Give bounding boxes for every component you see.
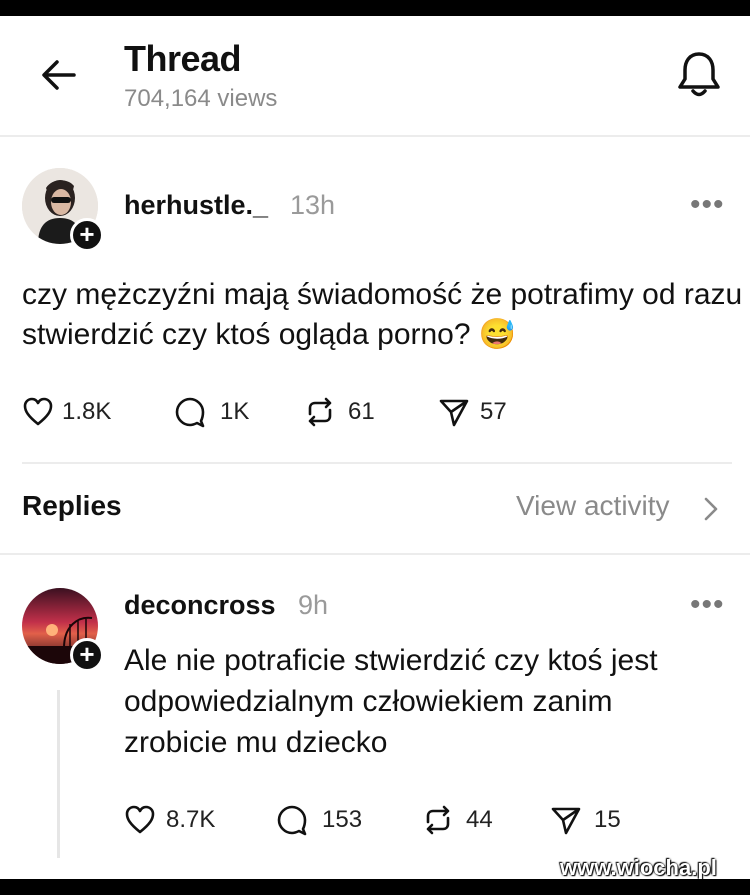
bell-icon[interactable] xyxy=(674,48,724,100)
repost-icon[interactable] xyxy=(422,804,454,836)
follow-plus-button[interactable]: + xyxy=(70,638,104,672)
post-text: czy mężczyźni mają świadomość że potrafi… xyxy=(22,278,743,351)
reply-username[interactable]: deconcross xyxy=(124,590,276,621)
bottom-black-bar xyxy=(0,879,750,895)
repost-icon[interactable] xyxy=(304,396,336,428)
share-icon[interactable] xyxy=(438,396,470,428)
watermark: www.wiocha.pl xyxy=(560,855,717,880)
header-divider xyxy=(0,135,750,137)
comment-count: 1K xyxy=(220,398,250,425)
reply-time: 9h xyxy=(298,590,329,620)
repost-count: 61 xyxy=(348,398,375,425)
share-icon[interactable] xyxy=(550,804,582,836)
replies-divider xyxy=(0,553,750,555)
like-count: 1.8K xyxy=(62,398,112,425)
comment-icon[interactable] xyxy=(174,396,206,428)
chevron-right-icon[interactable] xyxy=(702,496,720,522)
view-activity-link[interactable]: View activity xyxy=(516,490,670,522)
repost-count: 44 xyxy=(466,806,493,833)
top-black-bar xyxy=(0,0,750,16)
post-time: 13h xyxy=(290,190,336,220)
heart-icon[interactable] xyxy=(124,804,156,836)
post-username[interactable]: herhustle._ xyxy=(124,190,268,221)
stats-divider xyxy=(22,462,732,464)
heart-icon[interactable] xyxy=(22,396,54,428)
replies-heading: Replies xyxy=(22,490,122,521)
back-arrow-icon[interactable] xyxy=(38,54,80,96)
page-title: Thread xyxy=(124,38,242,79)
share-count: 57 xyxy=(480,398,507,425)
more-options-button[interactable]: ••• xyxy=(690,588,725,622)
view-count: 704,164 views xyxy=(124,85,278,112)
like-count: 8.7K xyxy=(166,806,216,833)
share-count: 15 xyxy=(594,806,621,833)
thread-line xyxy=(57,690,60,858)
reply-text: Ale nie potraficie stwierdzić czy ktoś j… xyxy=(124,644,658,759)
comment-count: 153 xyxy=(322,806,363,833)
follow-plus-button[interactable]: + xyxy=(70,218,104,252)
more-options-button[interactable]: ••• xyxy=(690,188,725,222)
comment-icon[interactable] xyxy=(276,804,308,836)
